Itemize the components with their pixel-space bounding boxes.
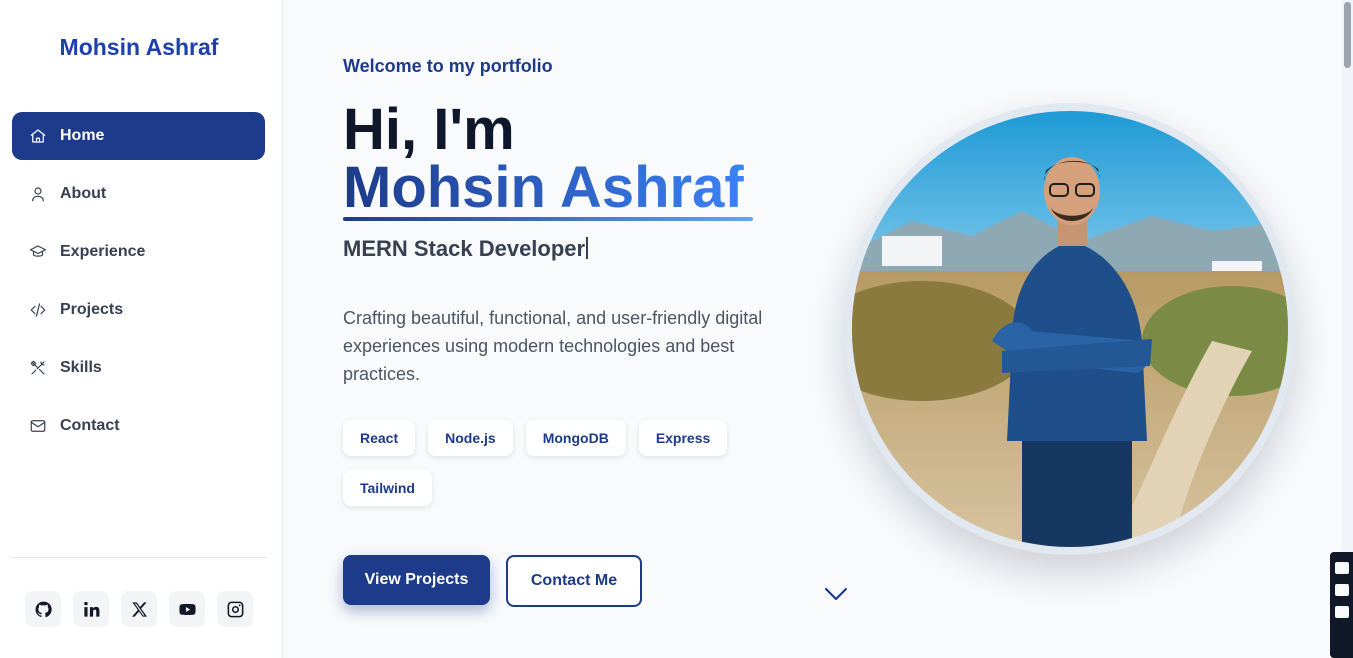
user-icon xyxy=(28,184,48,204)
sidebar-item-label: Experience xyxy=(60,243,146,260)
scrollbar-thumb[interactable] xyxy=(1344,2,1351,68)
view-projects-button[interactable]: View Projects xyxy=(343,555,490,605)
github-link[interactable] xyxy=(25,591,61,627)
code-icon xyxy=(28,300,48,320)
sidebar-item-home[interactable]: Home xyxy=(12,112,265,160)
social-links xyxy=(25,591,253,627)
camera-icon xyxy=(1335,562,1349,574)
mail-icon xyxy=(28,416,48,436)
sidebar-item-contact[interactable]: Contact xyxy=(12,402,265,450)
linkedin-link[interactable] xyxy=(73,591,109,627)
tech-tag: Tailwind xyxy=(343,470,432,506)
profile-photo-illustration xyxy=(852,111,1288,547)
linkedin-icon xyxy=(83,601,99,617)
chevron-down-icon xyxy=(824,587,848,601)
name-heading: Mohsin Ashraf xyxy=(343,155,744,220)
sidebar-item-experience[interactable]: Experience xyxy=(12,228,265,276)
tech-tags: React Node.js MongoDB Express Tailwind xyxy=(343,420,743,506)
sidebar-item-skills[interactable]: Skills xyxy=(12,344,265,392)
home-icon xyxy=(28,126,48,146)
youtube-icon xyxy=(178,603,196,615)
contact-me-button[interactable]: Contact Me xyxy=(506,555,642,607)
sidebar-item-label: Skills xyxy=(60,359,102,376)
sidebar-item-label: Contact xyxy=(60,417,120,434)
sidebar-item-label: About xyxy=(60,185,107,202)
sidebar-divider xyxy=(11,557,267,558)
name-underline xyxy=(343,217,753,221)
tech-tag: React xyxy=(343,420,416,456)
greeting-heading: Hi, I'm xyxy=(343,97,515,162)
scroll-down-chevron[interactable] xyxy=(822,584,850,604)
hero-description: Crafting beautiful, functional, and user… xyxy=(343,308,763,384)
x-link[interactable] xyxy=(121,591,157,627)
profile-photo xyxy=(852,111,1288,547)
video-icon xyxy=(1335,584,1349,596)
youtube-link[interactable] xyxy=(169,591,205,627)
sidebar: Mohsin Ashraf Home About Experience Proj… xyxy=(0,0,283,658)
sidebar-item-label: Home xyxy=(60,127,105,144)
sidebar-item-projects[interactable]: Projects xyxy=(12,286,265,334)
sidebar-item-label: Projects xyxy=(60,301,124,318)
typing-caret xyxy=(586,237,589,259)
floating-widget[interactable] xyxy=(1330,552,1353,658)
x-icon xyxy=(131,601,147,617)
role-text: MERN Stack Developer xyxy=(343,236,586,261)
sidebar-nav: Home About Experience Projects Skills Co… xyxy=(12,112,265,460)
role-subtitle: MERN Stack Developer xyxy=(343,236,589,262)
brand-name[interactable]: Mohsin Ashraf xyxy=(0,34,278,61)
tech-tag: Express xyxy=(638,420,728,456)
instagram-icon xyxy=(227,601,243,617)
tools-icon xyxy=(28,358,48,378)
graduation-cap-icon xyxy=(28,242,48,262)
instagram-link[interactable] xyxy=(217,591,253,627)
screen-icon xyxy=(1335,606,1349,618)
sidebar-item-about[interactable]: About xyxy=(12,170,265,218)
github-icon xyxy=(35,601,52,617)
tech-tag: Node.js xyxy=(428,420,513,456)
tech-tag: MongoDB xyxy=(525,420,626,456)
welcome-text: Welcome to my portfolio xyxy=(343,56,553,76)
